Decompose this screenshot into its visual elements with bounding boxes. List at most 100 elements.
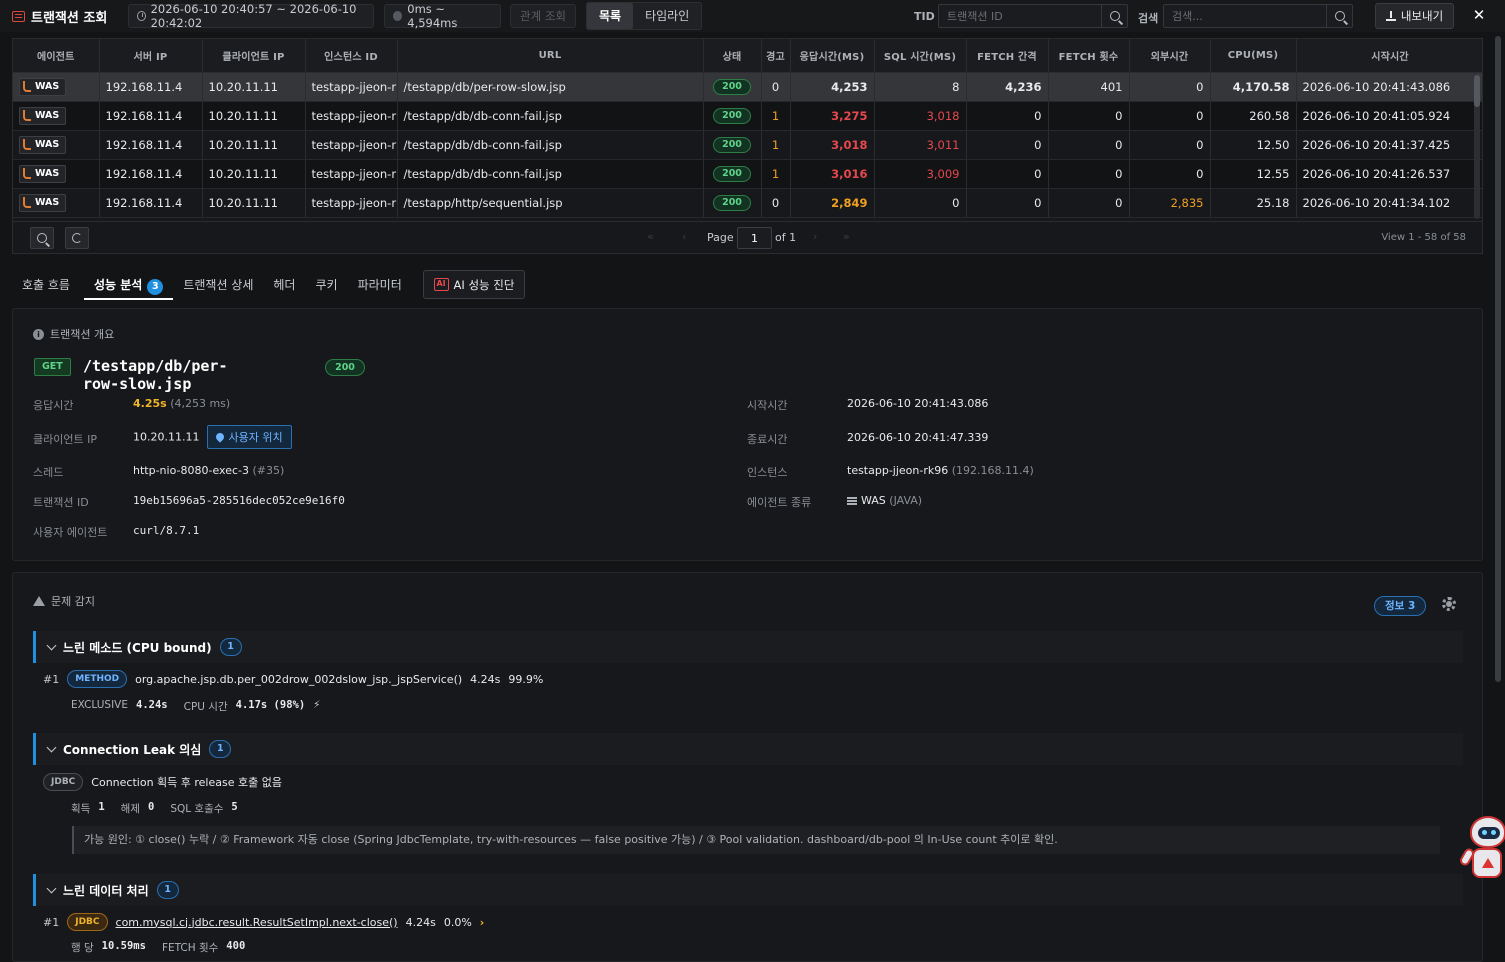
tid-input[interactable] <box>939 5 1101 27</box>
cell-sql: 3,018 <box>874 101 967 131</box>
cell-status: 200 <box>703 72 762 102</box>
tab-params[interactable]: 파라미터 <box>348 268 412 300</box>
prev-page-icon[interactable]: ‹ <box>682 230 686 243</box>
search-input[interactable] <box>1164 5 1326 27</box>
metric-value: 4.17s (98%) <box>235 699 306 711</box>
gear-icon[interactable] <box>1442 597 1456 611</box>
cell-resp: 3,018 <box>790 130 875 160</box>
column-header[interactable]: URL <box>397 39 704 73</box>
cell-fetch-cnt: 0 <box>1048 101 1130 131</box>
page-total: of 1 <box>775 231 797 244</box>
app-title: 트랜잭션 조회 <box>0 7 118 26</box>
cell-ext: 0 <box>1129 159 1211 189</box>
cell-agent: WAS <box>13 159 100 189</box>
search-table-button[interactable] <box>30 227 54 249</box>
problem-slow-data[interactable]: 느린 데이터 처리 1 <box>33 874 1463 906</box>
column-header[interactable]: 인스턴스 ID <box>305 39 398 73</box>
last-page-icon[interactable]: » <box>843 230 850 243</box>
cell-url: /testapp/db/db-conn-fail.jsp <box>397 101 704 131</box>
tab-header[interactable]: 헤더 <box>263 268 305 300</box>
agent-badge: WAS <box>19 135 67 154</box>
column-header[interactable]: CPU(MS) <box>1210 39 1297 73</box>
column-header[interactable]: FETCH 횟수 <box>1048 39 1130 73</box>
column-header[interactable]: FETCH 간격 <box>966 39 1049 73</box>
java-icon <box>23 168 31 179</box>
tab-label: 성능 분석 <box>93 278 143 292</box>
column-header[interactable]: 응답시간(MS) <box>790 39 875 73</box>
duration-range-value: 0ms ~ 4,594ms <box>407 2 458 30</box>
column-header[interactable]: 서버 IP <box>99 39 203 73</box>
column-header[interactable]: 클라이언트 IP <box>202 39 306 73</box>
table-header: 에이전트 서버 IP 클라이언트 IP 인스턴스 ID URL 상태 경고 응답시간(MS) S… <box>13 39 1482 73</box>
cell-warn: 1 <box>761 159 791 189</box>
search-icon <box>37 233 47 243</box>
tab-tx-detail[interactable]: 트랜잭션 상세 <box>173 268 263 300</box>
metric-label: FETCH 횟수 <box>161 942 219 954</box>
problem-header: 문제 감지 <box>33 593 95 609</box>
view-timeline-button[interactable]: 타임라인 <box>633 3 701 29</box>
related-lookup-button[interactable]: 관계 조회 <box>510 4 576 28</box>
problem-connection-leak[interactable]: Connection Leak 의심 1 <box>33 733 1463 765</box>
tab-perf-analysis[interactable]: 성능 분석 3 <box>83 268 174 300</box>
resp-label: 응답시간 <box>33 399 74 412</box>
chevron-right-icon[interactable]: › <box>480 916 485 929</box>
download-icon <box>1385 11 1396 21</box>
metric-value: 5 <box>231 801 238 813</box>
table-scrollbar[interactable] <box>1474 75 1480 219</box>
export-button[interactable]: 내보내기 <box>1375 3 1454 29</box>
next-page-icon[interactable]: › <box>813 230 817 243</box>
tab-cookie[interactable]: 쿠키 <box>305 268 347 300</box>
time-range-picker[interactable]: 2026-06-10 20:40:57 ~ 2026-06-10 20:42:0… <box>128 2 374 30</box>
assistant-bot-icon[interactable] <box>1458 812 1505 882</box>
cell-fetch-gap: 0 <box>966 159 1049 189</box>
duration-range-filter[interactable]: 0ms ~ 4,594ms <box>384 2 501 30</box>
column-header[interactable]: 외부시간 <box>1129 39 1211 73</box>
client-ip-label: 클라이언트 IP <box>33 433 97 446</box>
agent-label: WAS <box>35 168 60 179</box>
table-row[interactable]: WAS 192.168.11.4 10.20.11.11 testapp-jjeon-… <box>13 130 1482 160</box>
gauge-icon <box>393 11 403 21</box>
cell-status: 200 <box>703 159 762 189</box>
ai-diagnosis-button[interactable]: AI AI 성능 진단 <box>423 270 525 299</box>
tab-call-flow[interactable]: 호출 흐름 <box>12 268 80 300</box>
column-header[interactable]: 상태 <box>703 39 762 73</box>
column-header[interactable]: 에이전트 <box>13 39 100 73</box>
cell-warn: 1 <box>761 101 791 131</box>
agent-type-name: WAS <box>861 494 886 507</box>
refresh-button[interactable] <box>65 227 89 249</box>
search-icon <box>1109 11 1120 21</box>
table-row[interactable]: WAS 192.168.11.4 10.20.11.11 testapp-jjeon-… <box>13 188 1482 218</box>
view-list-button[interactable]: 목록 <box>587 3 634 29</box>
cell-resp: 3,275 <box>790 101 875 131</box>
table-row[interactable]: WAS 192.168.11.4 10.20.11.11 testapp-jjeon-… <box>13 101 1482 131</box>
cell-fetch-gap: 4,236 <box>966 72 1049 102</box>
page-input[interactable] <box>737 227 772 249</box>
column-header[interactable]: 시작시간 <box>1296 39 1482 73</box>
problem-item: JDBC Connection 획득 후 release 호출 없음 <box>43 773 282 791</box>
txid-value: 19eb15696a5-285516dec052ce9e16f0 <box>133 494 345 507</box>
cell-cpu: 25.18 <box>1210 188 1297 218</box>
table-row[interactable]: WAS 192.168.11.4 10.20.11.11 testapp-jjeon-… <box>13 72 1482 102</box>
problem-metrics: 획득 1 해제 0 SQL 호출수 5 <box>71 801 238 816</box>
cell-fetch-cnt: 0 <box>1048 130 1130 160</box>
chevron-down-icon <box>46 883 57 893</box>
column-header[interactable]: SQL 시간(MS) <box>874 39 967 73</box>
detail-tabs: 호출 흐름 성능 분석 3 트랜잭션 상세 헤더 쿠키 파라미터 <box>12 268 412 300</box>
method-link[interactable]: com.mysql.cj.jdbc.result.ResultSetImpl.n… <box>116 916 398 929</box>
cell-fetch-cnt: 0 <box>1048 159 1130 189</box>
cell-instance: testapp-jjeon-rk96 <box>305 101 398 131</box>
user-location-button[interactable]: 사용자 위치 <box>207 425 292 449</box>
page-scrollbar[interactable] <box>1495 36 1501 682</box>
metric-label: SQL 호출수 <box>170 803 224 815</box>
info-count-badge[interactable]: 정보 3 <box>1374 596 1427 616</box>
cell-agent: WAS <box>13 188 100 218</box>
cell-resp: 2,849 <box>790 188 875 218</box>
column-header[interactable]: 경고 <box>761 39 791 73</box>
close-button[interactable]: ✕ <box>1469 5 1489 25</box>
tid-search-button[interactable] <box>1101 5 1127 27</box>
first-page-icon[interactable]: « <box>647 230 654 243</box>
problem-cpu-bound[interactable]: 느린 메소드 (CPU bound) 1 <box>33 631 1463 663</box>
search-button[interactable] <box>1326 5 1352 27</box>
cell-cpu: 260.58 <box>1210 101 1297 131</box>
table-row[interactable]: WAS 192.168.11.4 10.20.11.11 testapp-jjeon-… <box>13 159 1482 189</box>
